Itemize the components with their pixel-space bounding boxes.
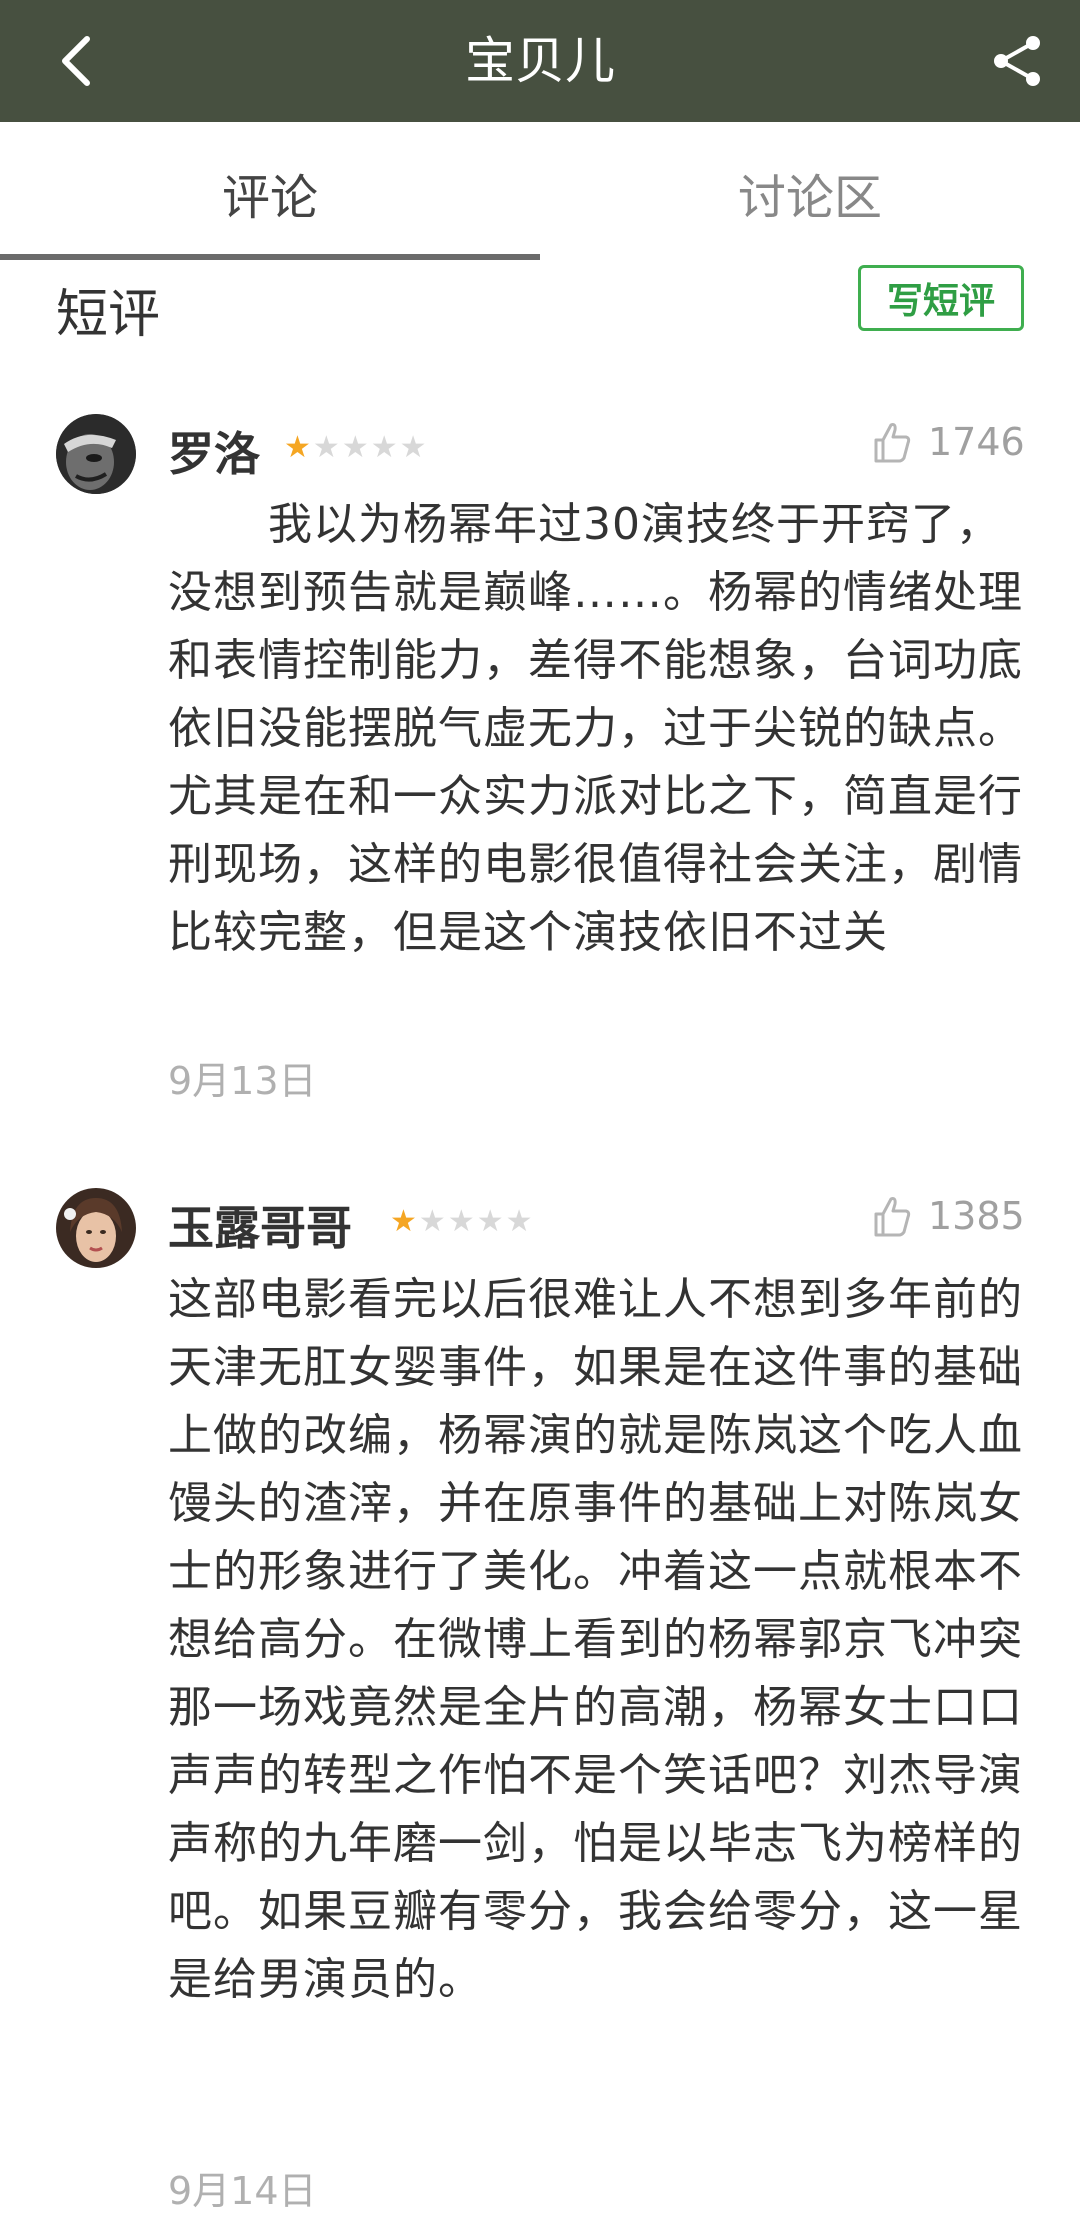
star-empty-icon: ★ bbox=[476, 1204, 504, 1239]
avatar[interactable] bbox=[56, 1188, 136, 1268]
thumbs-up-icon bbox=[874, 1197, 911, 1237]
like-button[interactable]: 1385 bbox=[872, 1194, 1025, 1238]
star-empty-icon: ★ bbox=[341, 430, 369, 465]
like-button[interactable]: 1746 bbox=[872, 420, 1025, 464]
review-content: 我以为杨幂年过30演技终于开窍了，没想到预告就是巅峰……。杨幂的情绪处理和表情控… bbox=[168, 499, 1023, 958]
star-filled-icon: ★ bbox=[390, 1204, 417, 1239]
tab-comments[interactable]: 评论 bbox=[0, 122, 540, 264]
rating-stars: ★ ★ ★ ★ ★ bbox=[390, 1207, 533, 1237]
share-icon bbox=[994, 36, 1040, 86]
star-empty-icon: ★ bbox=[399, 430, 427, 465]
star-empty-icon: ★ bbox=[312, 430, 340, 465]
star-empty-icon: ★ bbox=[505, 1204, 533, 1239]
thumbs-up-icon bbox=[874, 423, 911, 463]
review-date: 9月14日 bbox=[168, 2169, 317, 2213]
like-count: 1385 bbox=[928, 1194, 1025, 1238]
write-short-review-button[interactable]: 写短评 bbox=[858, 265, 1024, 331]
review-content: 这部电影看完以后很难让人不想到多年前的天津无肛女婴事件，如果是在这件事的基础上做… bbox=[168, 1274, 1023, 2005]
tab-discussion[interactable]: 讨论区 bbox=[540, 122, 1080, 264]
tab-bar: 评论 讨论区 bbox=[0, 122, 1080, 264]
star-empty-icon: ★ bbox=[447, 1204, 475, 1239]
star-empty-icon: ★ bbox=[418, 1204, 446, 1239]
review-date: 9月13日 bbox=[168, 1059, 317, 1103]
page-title: 宝贝儿 bbox=[465, 32, 615, 90]
top-app-bar: 宝贝儿 bbox=[0, 0, 1080, 122]
star-empty-icon: ★ bbox=[370, 430, 398, 465]
like-count: 1746 bbox=[928, 420, 1025, 464]
avatar[interactable] bbox=[56, 414, 136, 494]
rating-stars: ★ ★ ★ ★ ★ bbox=[284, 433, 427, 463]
share-button[interactable] bbox=[980, 24, 1054, 98]
review-username[interactable]: 罗洛 bbox=[168, 418, 260, 484]
short-reviews-heading: 短评 bbox=[56, 285, 161, 345]
star-filled-icon: ★ bbox=[284, 430, 311, 465]
active-tab-indicator bbox=[0, 254, 540, 260]
review-username[interactable]: 玉露哥哥 bbox=[168, 1192, 352, 1258]
